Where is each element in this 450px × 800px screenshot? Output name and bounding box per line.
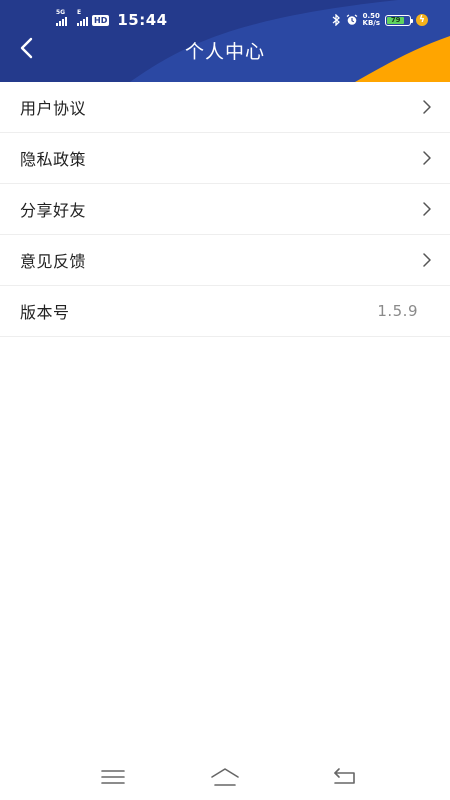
chevron-right-icon: [423, 100, 431, 114]
chevron-right-icon: [423, 202, 431, 216]
battery-level: 79: [387, 16, 405, 24]
app-header: 5G E HD 15:44 0.50 KB/s 79 ϟ 个人中心: [0, 0, 450, 82]
status-time: 15:44: [117, 11, 168, 29]
menu-item-label: 隐私政策: [20, 150, 87, 169]
menu-item-feedback[interactable]: 意见反馈: [0, 235, 450, 286]
alarm-icon: [346, 11, 358, 30]
signal-5g-icon: 5G: [56, 9, 67, 26]
menu-icon: [101, 770, 125, 784]
menu-item-share-friends[interactable]: 分享好友: [0, 184, 450, 235]
home-icon: [211, 768, 239, 786]
charging-icon: ϟ: [416, 14, 428, 26]
battery-icon: 79: [385, 14, 413, 26]
system-nav-bar: [0, 754, 450, 800]
nav-back-button[interactable]: [330, 766, 360, 788]
hd-voice-badge: HD: [92, 14, 110, 26]
menu-item-label: 版本号: [20, 303, 70, 322]
menu-item-version: 版本号 1.5.9: [0, 286, 450, 337]
menu-item-label: 用户协议: [20, 99, 87, 118]
back-icon: [334, 768, 355, 784]
status-right: 0.50 KB/s 79 ϟ: [332, 11, 428, 29]
menu-item-label: 分享好友: [20, 201, 87, 220]
bluetooth-icon: [332, 11, 341, 30]
menu-item-privacy-policy[interactable]: 隐私政策: [0, 133, 450, 184]
signal-e-icon: E: [77, 9, 88, 26]
status-left: 5G E HD 15:44: [56, 9, 168, 29]
menu-item-label: 意见反馈: [20, 252, 87, 271]
page-title: 个人中心: [184, 41, 265, 63]
settings-menu: 用户协议 隐私政策 分享好友 意见反馈 版本号 1.5.9: [0, 82, 450, 337]
chevron-right-icon: [423, 151, 431, 165]
status-bar: 5G E HD 15:44 0.50 KB/s 79 ϟ: [0, 0, 450, 40]
nav-home-button[interactable]: [210, 766, 240, 788]
net-speed: 0.50 KB/s: [362, 12, 380, 27]
chevron-right-icon: [423, 253, 431, 267]
nav-menu-button[interactable]: [98, 766, 128, 788]
menu-item-user-agreement[interactable]: 用户协议: [0, 82, 450, 133]
version-number: 1.5.9: [377, 302, 418, 320]
